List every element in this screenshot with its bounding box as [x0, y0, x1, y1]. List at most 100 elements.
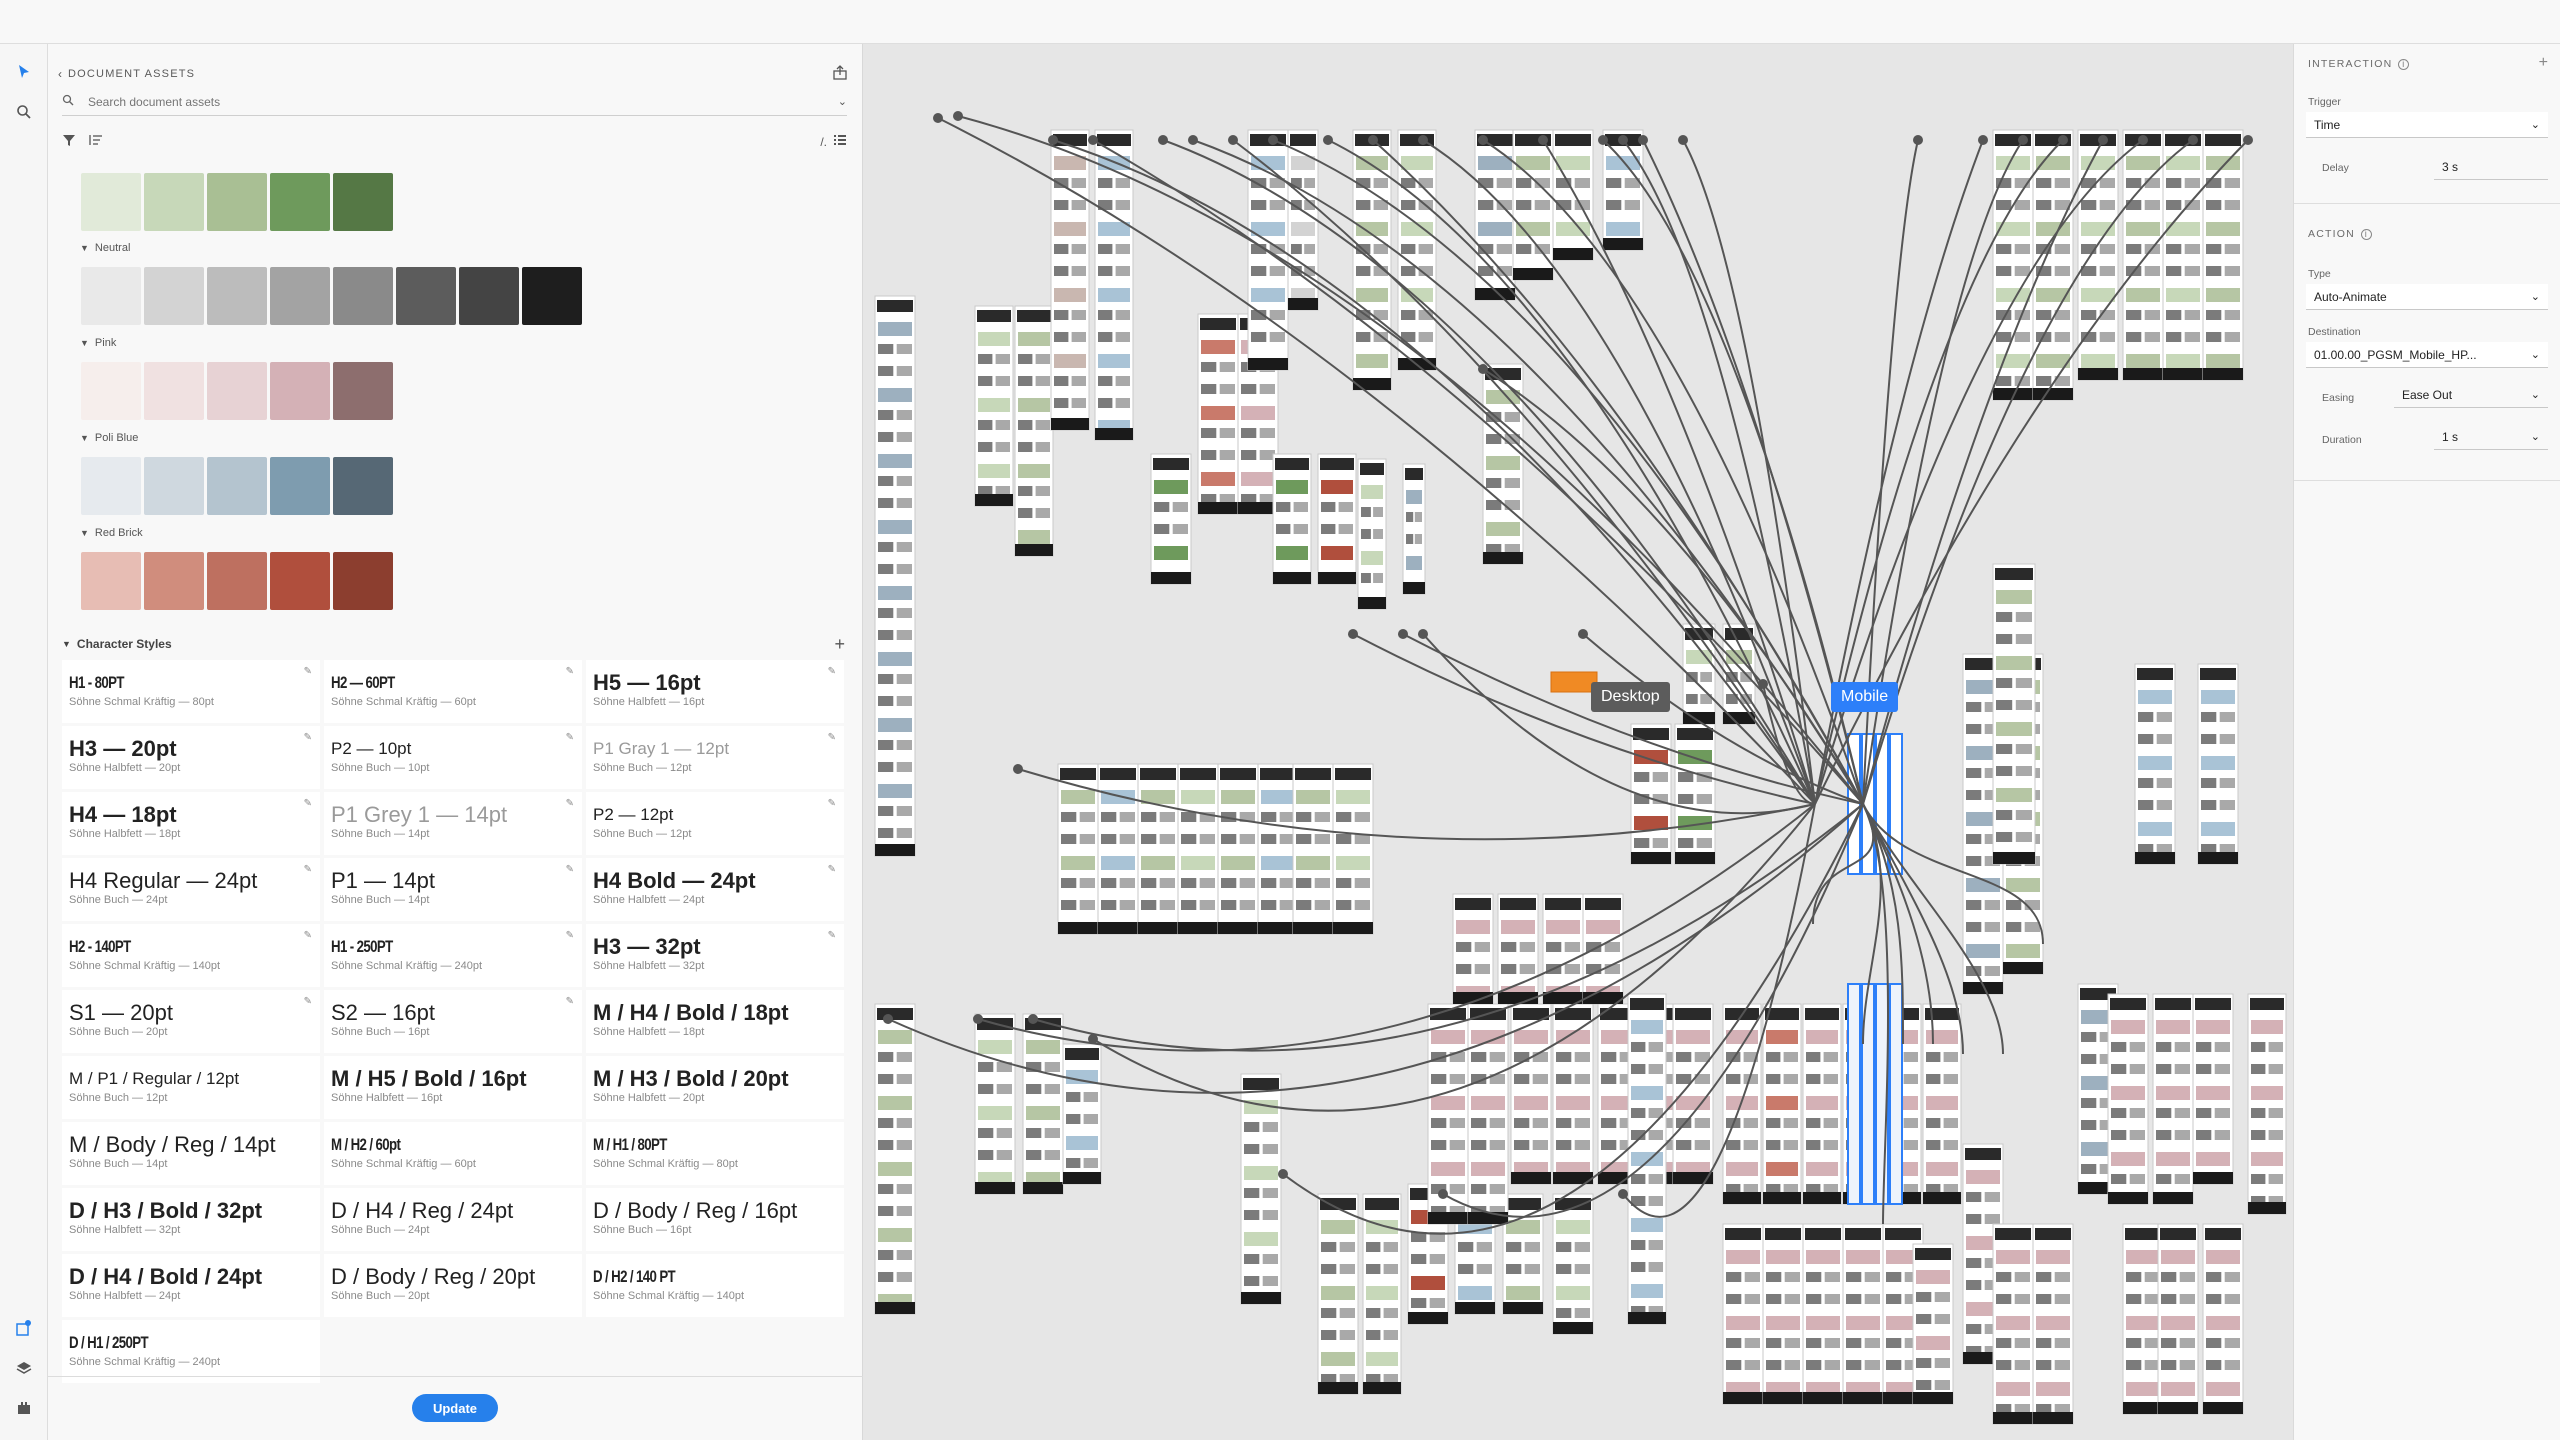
wire-handle[interactable]	[1678, 135, 1688, 145]
character-style-item[interactable]: M / P1 / Regular / 12pt Söhne Buch — 12pt	[62, 1056, 320, 1119]
color-swatch[interactable]	[396, 267, 456, 325]
assets-icon[interactable]	[12, 1316, 36, 1340]
edit-pencil-icon[interactable]: ✎	[566, 996, 574, 1007]
wire-handle[interactable]	[1028, 1014, 1038, 1024]
color-swatch[interactable]	[144, 173, 204, 231]
wire-handle[interactable]	[883, 1014, 893, 1024]
filter-icon[interactable]	[62, 133, 76, 152]
wire-handle[interactable]	[1758, 679, 1768, 689]
wire-handle[interactable]	[2138, 135, 2148, 145]
character-style-item[interactable]: P2 — 10pt Söhne Buch — 10pt ✎	[324, 726, 582, 789]
color-swatch[interactable]	[144, 267, 204, 325]
character-style-item[interactable]: H4 — 18pt Söhne Halbfett — 18pt ✎	[62, 792, 320, 855]
wire-handle[interactable]	[1418, 629, 1428, 639]
add-icon[interactable]: +	[834, 634, 845, 655]
wire-handle[interactable]	[1368, 135, 1378, 145]
character-style-item[interactable]: D / H1 / 250PT Söhne Schmal Kräftig — 240…	[62, 1320, 320, 1383]
edit-pencil-icon[interactable]: ✎	[566, 732, 574, 743]
edit-pencil-icon[interactable]: ✎	[828, 930, 836, 941]
wire-handle[interactable]	[1418, 135, 1428, 145]
character-style-item[interactable]: S1 — 20pt Söhne Buch — 20pt ✎	[62, 990, 320, 1053]
character-style-item[interactable]: P1 Gray 1 — 12pt Söhne Buch — 12pt ✎	[586, 726, 844, 789]
color-swatch[interactable]	[207, 173, 267, 231]
wire-handle[interactable]	[2098, 135, 2108, 145]
character-style-item[interactable]: D / H4 / Reg / 24pt Söhne Buch — 24pt	[324, 1188, 582, 1251]
character-style-item[interactable]: P1 — 14pt Söhne Buch — 14pt ✎	[324, 858, 582, 921]
character-style-item[interactable]: M / H2 / 60pt Söhne Schmal Kräftig — 60pt	[324, 1122, 582, 1185]
edit-pencil-icon[interactable]: ✎	[566, 864, 574, 875]
color-swatch[interactable]	[207, 362, 267, 420]
wire-handle[interactable]	[1323, 135, 1333, 145]
wire-handle[interactable]	[1618, 1189, 1628, 1199]
color-swatch[interactable]	[333, 362, 393, 420]
wire-handle[interactable]	[1013, 764, 1023, 774]
color-group-label[interactable]: ▼ Pink	[80, 337, 116, 349]
character-style-item[interactable]: H4 Bold — 24pt Söhne Halbfett — 24pt ✎	[586, 858, 844, 921]
wire-handle[interactable]	[1478, 135, 1488, 145]
type-dropdown[interactable]: Auto-Animate ⌄	[2306, 284, 2548, 310]
wire-handle[interactable]	[1158, 135, 1168, 145]
character-style-item[interactable]: P2 — 12pt Söhne Buch — 12pt ✎	[586, 792, 844, 855]
trigger-dropdown[interactable]: Time ⌄	[2306, 112, 2548, 138]
prototype-canvas[interactable]: Desktop Mobile	[863, 44, 2293, 1440]
color-picker-icon[interactable]: /.	[820, 135, 827, 149]
edit-pencil-icon[interactable]: ✎	[304, 930, 312, 941]
color-swatch[interactable]	[81, 267, 141, 325]
color-swatch[interactable]	[459, 267, 519, 325]
character-style-item[interactable]: P1 Grey 1 — 14pt Söhne Buch — 14pt ✎	[324, 792, 582, 855]
wire-handle[interactable]	[973, 1014, 983, 1024]
wire-handle[interactable]	[1598, 135, 1608, 145]
chevron-down-icon[interactable]: ⌄	[838, 95, 847, 108]
wire-handle[interactable]	[1268, 135, 1278, 145]
color-swatch[interactable]	[207, 552, 267, 610]
color-swatch[interactable]	[270, 552, 330, 610]
wire-handle[interactable]	[1088, 135, 1098, 145]
character-style-item[interactable]: H2 - 140PT Söhne Schmal Kräftig — 140pt ✎	[62, 924, 320, 987]
update-button[interactable]: Update	[412, 1394, 498, 1422]
character-style-item[interactable]: H5 — 16pt Söhne Halbfett — 16pt ✎	[586, 660, 844, 723]
color-swatch[interactable]	[333, 173, 393, 231]
color-swatch[interactable]	[81, 457, 141, 515]
character-style-item[interactable]: D / Body / Reg / 20pt Söhne Buch — 20pt	[324, 1254, 582, 1317]
character-style-item[interactable]: M / H4 / Bold / 18pt Söhne Halbfett — 18p…	[586, 990, 844, 1053]
color-swatch[interactable]	[81, 173, 141, 231]
color-group-label[interactable]: ▼ Red Brick	[80, 527, 143, 539]
edit-pencil-icon[interactable]: ✎	[304, 666, 312, 677]
wire-handle[interactable]	[1438, 1189, 1448, 1199]
character-style-item[interactable]: H2 — 60PT Söhne Schmal Kräftig — 60pt ✎	[324, 660, 582, 723]
color-swatch[interactable]	[144, 457, 204, 515]
edit-pencil-icon[interactable]: ✎	[304, 996, 312, 1007]
wire-handle[interactable]	[1618, 135, 1628, 145]
color-swatch[interactable]	[333, 267, 393, 325]
duration-dropdown[interactable]: 1 s ⌄	[2434, 424, 2548, 450]
edit-pencil-icon[interactable]: ✎	[566, 798, 574, 809]
wire-handle[interactable]	[1048, 135, 1058, 145]
layers-icon[interactable]	[12, 1356, 36, 1380]
wire-handle[interactable]	[1228, 135, 1238, 145]
character-style-item[interactable]: H1 - 80PT Söhne Schmal Kräftig — 80pt ✎	[62, 660, 320, 723]
character-style-item[interactable]: H3 — 20pt Söhne Halbfett — 20pt ✎	[62, 726, 320, 789]
color-swatch[interactable]	[144, 362, 204, 420]
color-swatch[interactable]	[333, 457, 393, 515]
wire-handle[interactable]	[1278, 1169, 1288, 1179]
character-style-item[interactable]: H3 — 32pt Söhne Halbfett — 32pt ✎	[586, 924, 844, 987]
character-style-item[interactable]: H4 Regular — 24pt Söhne Buch — 24pt ✎	[62, 858, 320, 921]
character-style-item[interactable]: D / Body / Reg / 16pt Söhne Buch — 16pt	[586, 1188, 844, 1251]
color-swatch[interactable]	[81, 362, 141, 420]
character-style-item[interactable]: D / H3 / Bold / 32pt Söhne Halbfett — 32p…	[62, 1188, 320, 1251]
wire-handle[interactable]	[2188, 135, 2198, 145]
wire-handle[interactable]	[1398, 629, 1408, 639]
character-styles-header[interactable]: ▼ Character Styles +	[62, 633, 847, 655]
color-swatch[interactable]	[207, 457, 267, 515]
edit-pencil-icon[interactable]: ✎	[566, 930, 574, 941]
plugins-icon[interactable]	[12, 1396, 36, 1420]
color-group-label[interactable]: ▼ Neutral	[80, 242, 130, 254]
character-style-item[interactable]: D / H2 / 140 PT Söhne Schmal Kräftig — 14…	[586, 1254, 844, 1317]
wire-handle[interactable]	[1913, 135, 1923, 145]
color-swatch[interactable]	[270, 457, 330, 515]
character-style-item[interactable]: M / H3 / Bold / 20pt Söhne Halbfett — 20p…	[586, 1056, 844, 1119]
color-swatch[interactable]	[270, 362, 330, 420]
mobile-flow-tag[interactable]: Mobile	[1831, 682, 1899, 712]
wire-handle[interactable]	[2243, 135, 2253, 145]
character-style-item[interactable]: M / H1 / 80PT Söhne Schmal Kräftig — 80pt	[586, 1122, 844, 1185]
